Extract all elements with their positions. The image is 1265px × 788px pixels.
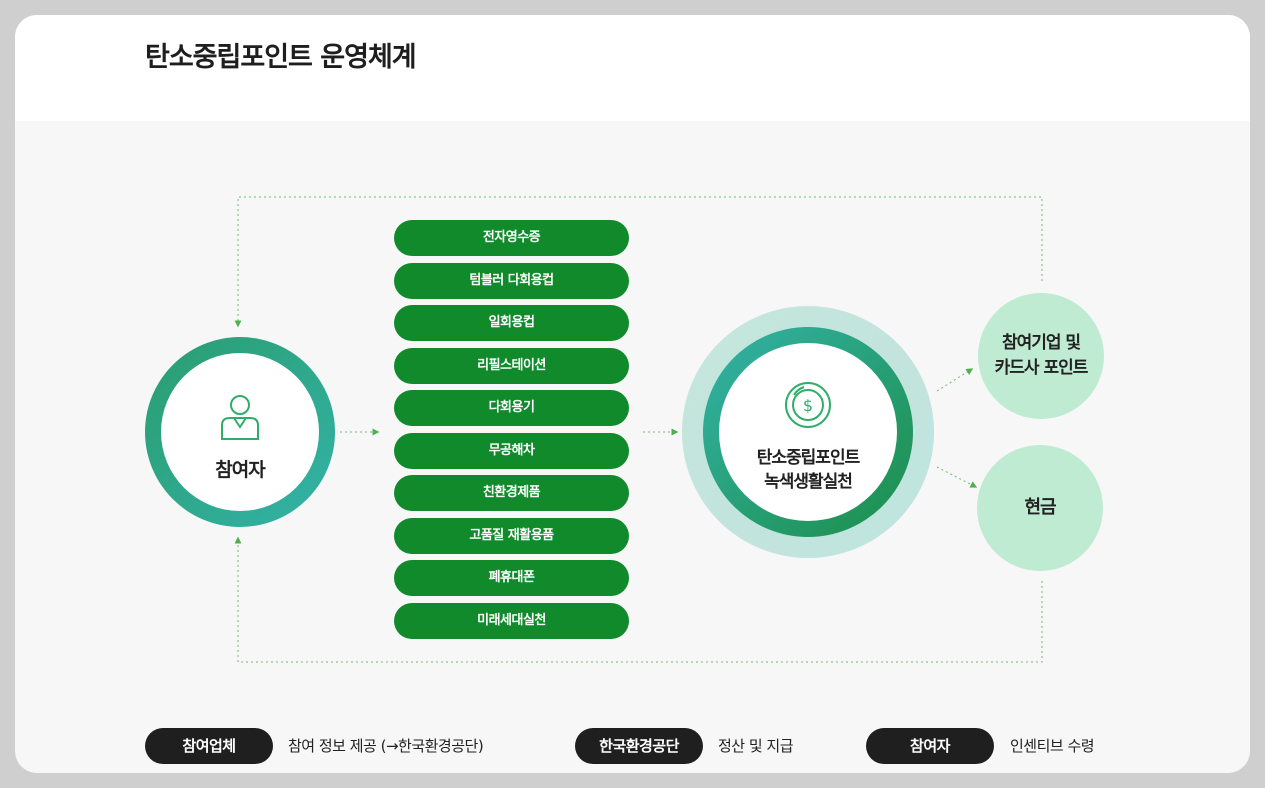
participant-node: 참여자	[145, 337, 335, 527]
participant-node-inner: 참여자	[161, 353, 319, 511]
coin-icon: $	[785, 382, 831, 428]
activity-item: 일회용컵	[394, 305, 629, 341]
reward-card-points: 참여기업 및 카드사 포인트	[978, 293, 1104, 419]
activity-item: 다회용기	[394, 390, 629, 426]
legend-badge-agency: 한국환경공단	[575, 728, 703, 764]
reward-card-points-line2: 카드사 포인트	[994, 358, 1089, 378]
hub-ring: $ 탄소중립포인트 녹색생활실천	[703, 327, 913, 537]
connector-hub-cash	[936, 466, 978, 488]
legend-text-participant: 인센티브 수령	[1010, 737, 1095, 755]
hub-subtitle: 녹색생활실천	[764, 472, 853, 492]
reward-card-points-line1: 참여기업 및	[1001, 333, 1081, 353]
legend-badge-company: 참여업체	[145, 728, 273, 764]
connector-bottom-loop	[234, 536, 1043, 663]
activity-item: 무공해차	[394, 432, 629, 469]
legend: 참여업체 참여 정보 제공 (→한국환경공단) 한국환경공단 정산 및 지급 참…	[145, 728, 1145, 764]
activity-item: 텀블러 다회용컵	[394, 262, 629, 299]
svg-text:$: $	[803, 396, 813, 415]
legend-badge-participant: 참여자	[866, 728, 994, 764]
operating-system-card: 탄소중립포인트 운영체계 참여자 전자영수증 텀블러 다회용컵 일회용컵 리필스…	[15, 15, 1250, 773]
connector-top-loop	[234, 196, 1043, 328]
hub-inner: $ 탄소중립포인트 녹색생활실천	[719, 343, 897, 521]
activity-item: 리필스테이션	[394, 347, 629, 384]
activity-item: 폐휴대폰	[394, 560, 629, 596]
connector-hub-card-points	[936, 368, 974, 392]
activity-list: 전자영수증 텀블러 다회용컵 일회용컵 리필스테이션 다회용기 무공해차 친환경…	[394, 220, 629, 645]
reward-cash: 현금	[977, 445, 1103, 571]
legend-text-agency: 정산 및 지급	[718, 737, 794, 755]
activity-item: 친환경제품	[394, 475, 629, 511]
legend-text-company: 참여 정보 제공 (→한국환경공단)	[288, 737, 484, 755]
hub-title: 탄소중립포인트	[756, 448, 860, 468]
hub-node: $ 탄소중립포인트 녹색생활실천	[682, 306, 934, 558]
activity-item: 고품질 재활용품	[394, 517, 629, 554]
participant-label: 참여자	[215, 459, 265, 481]
user-icon	[221, 395, 259, 440]
activity-item: 미래세대실천	[394, 602, 629, 639]
activity-item: 전자영수증	[394, 220, 629, 256]
